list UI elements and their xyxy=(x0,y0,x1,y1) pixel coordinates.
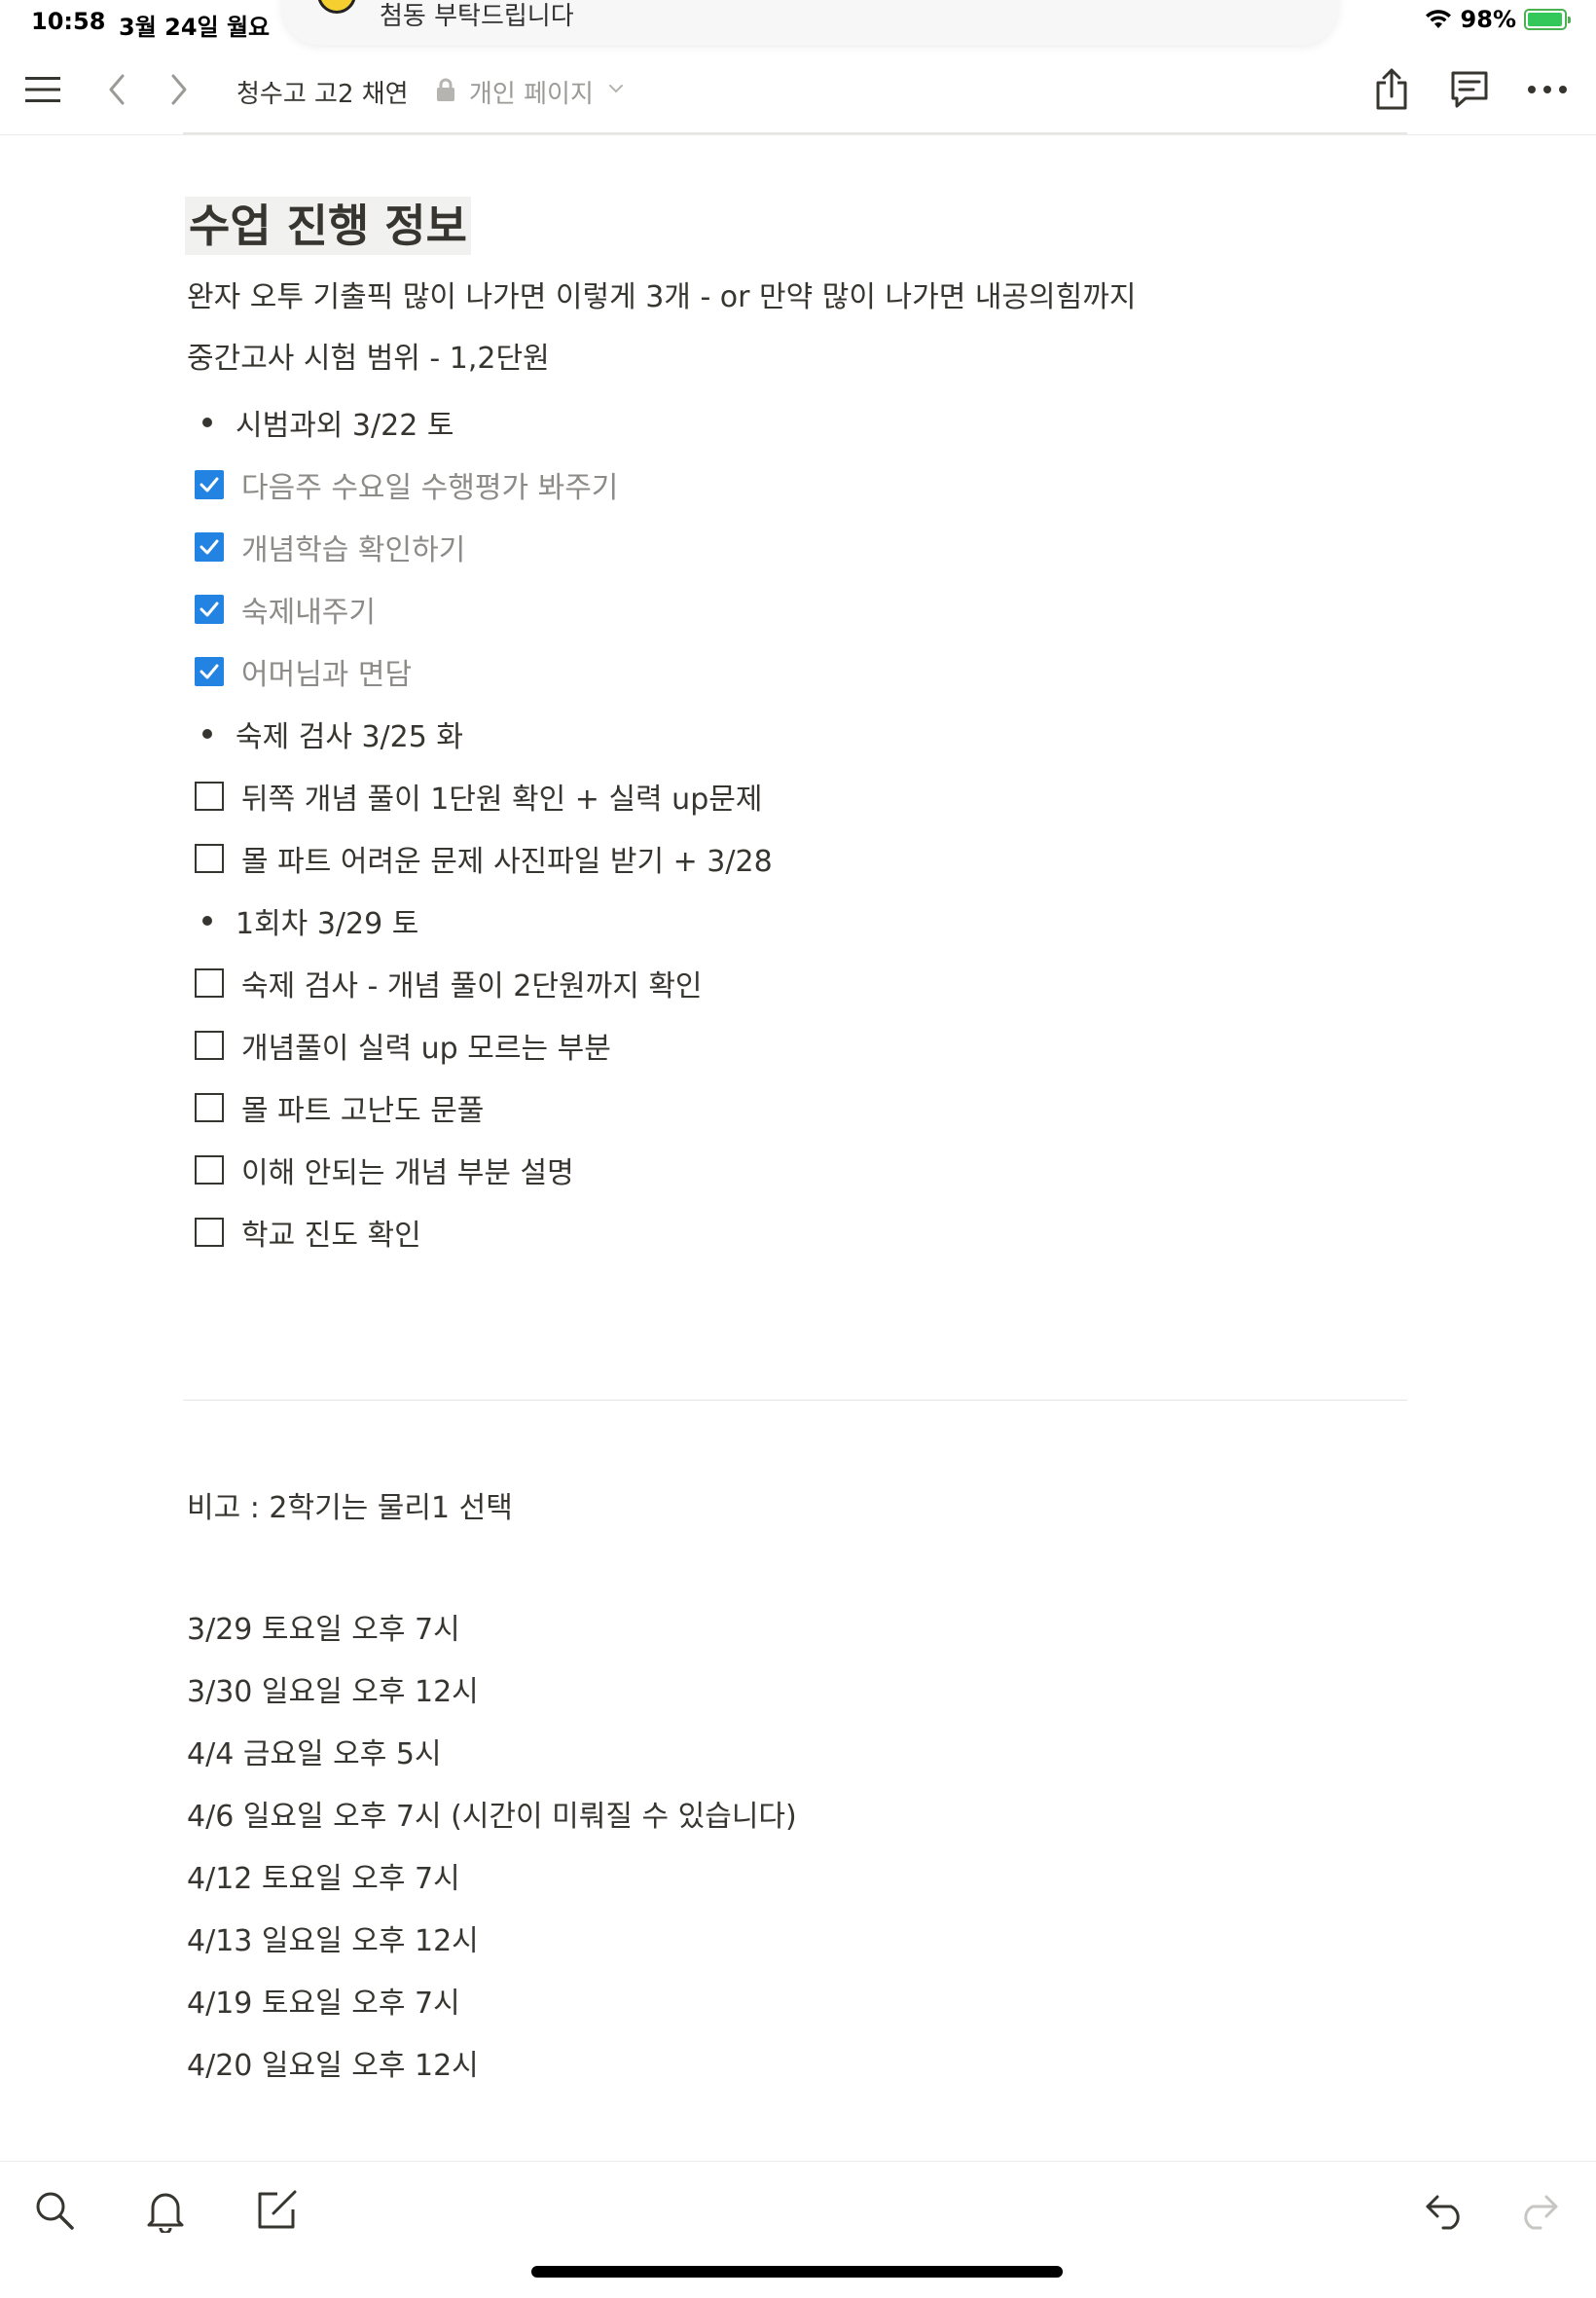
bullet-dot-icon xyxy=(202,916,212,926)
compose-icon[interactable] xyxy=(249,2183,304,2238)
bell-icon[interactable] xyxy=(138,2183,193,2238)
privacy-label[interactable]: 개인 페이지 xyxy=(469,74,594,110)
schedule-line[interactable]: 4/19 토요일 오후 7시 xyxy=(187,1985,460,2024)
todo-item[interactable]: 개념풀이 실력 up 모르는 부분 xyxy=(187,1024,611,1067)
list-item-text: 뒤쪽 개념 풀이 1단원 확인 + 실력 up문제 xyxy=(241,783,763,817)
list-item-text: 개념학습 확인하기 xyxy=(241,533,466,567)
menu-icon[interactable] xyxy=(19,66,66,113)
redo-icon[interactable] xyxy=(1510,2183,1565,2238)
list-item-text: 시범과외 3/22 토 xyxy=(236,409,454,443)
list-item-text: 숙제내주기 xyxy=(241,596,376,630)
battery-percentage: 98% xyxy=(1460,6,1516,33)
checkbox-unchecked[interactable] xyxy=(195,1093,224,1122)
todo-item[interactable]: 몰 파트 고난도 문풀 xyxy=(187,1086,484,1129)
list-item-text: 개념풀이 실력 up 모르는 부분 xyxy=(241,1032,611,1066)
todo-item[interactable]: 학교 진도 확인 xyxy=(187,1211,421,1254)
schedule-line[interactable]: 3/30 일요일 오후 12시 xyxy=(187,1673,479,1712)
bullet-dot-icon xyxy=(202,418,212,427)
schedule-line[interactable]: 4/13 일요일 오후 12시 xyxy=(187,1922,479,1961)
intro-paragraph-2[interactable]: 중간고사 시험 범위 - 1,2단원 xyxy=(187,340,550,379)
todo-item[interactable]: 이해 안되는 개념 부분 설명 xyxy=(187,1149,574,1191)
checkbox-unchecked[interactable] xyxy=(195,844,224,873)
bullet-dot-icon xyxy=(202,729,212,739)
top-navigation-bar: 청수고 고2 채연 개인 페이지 xyxy=(0,47,1596,135)
checkbox-checked[interactable] xyxy=(195,657,224,686)
back-chevron-icon[interactable] xyxy=(93,66,140,113)
notification-app-icon xyxy=(317,0,356,14)
section-divider xyxy=(183,1400,1407,1401)
list-item-text: 학교 진도 확인 xyxy=(241,1219,421,1253)
checkmark-icon xyxy=(200,477,219,492)
home-indicator[interactable] xyxy=(531,2266,1063,2278)
status-time: 10:58 xyxy=(31,8,106,35)
page-title[interactable]: 수업 진행 정보 xyxy=(185,197,471,255)
list-item-text: 숙제 검사 3/25 화 xyxy=(236,720,463,754)
chevron-down-icon[interactable] xyxy=(607,80,625,97)
bulleted-list-item[interactable]: 1회차 3/29 토 xyxy=(187,899,418,942)
top-divider xyxy=(183,132,1407,134)
comment-icon[interactable] xyxy=(1446,66,1493,113)
list-item-text: 숙제 검사 - 개념 풀이 2단원까지 확인 xyxy=(241,969,703,1003)
list-item-text: 다음주 수요일 수행평가 봐주기 xyxy=(241,471,619,505)
schedule-line[interactable]: 3/29 토요일 오후 7시 xyxy=(187,1611,460,1650)
undo-icon[interactable] xyxy=(1419,2183,1473,2238)
list-item-text: 어머님과 면담 xyxy=(241,658,413,692)
checkbox-unchecked[interactable] xyxy=(195,968,224,998)
checkbox-checked[interactable] xyxy=(195,532,224,562)
checkbox-checked[interactable] xyxy=(195,595,224,624)
list-item-text: 몰 파트 고난도 문풀 xyxy=(241,1094,485,1128)
todo-item[interactable]: 숙제내주기 xyxy=(187,588,376,631)
list-item-text: 이해 안되는 개념 부분 설명 xyxy=(241,1156,574,1190)
note-paragraph[interactable]: 비고 : 2학기는 물리1 선택 xyxy=(187,1489,513,1528)
notification-banner[interactable]: 첨동 부탁드립니다 xyxy=(282,0,1338,45)
checkbox-checked[interactable] xyxy=(195,470,224,499)
todo-item[interactable]: 숙제 검사 - 개념 풀이 2단원까지 확인 xyxy=(187,962,703,1004)
share-icon[interactable] xyxy=(1368,66,1415,113)
battery-fill xyxy=(1528,13,1562,26)
wifi-icon xyxy=(1425,10,1451,28)
schedule-line[interactable]: 4/4 금요일 오후 5시 xyxy=(187,1735,442,1774)
todo-item[interactable]: 다음주 수요일 수행평가 봐주기 xyxy=(187,463,618,506)
todo-item[interactable]: 몰 파트 어려운 문제 사진파일 받기 + 3/28 xyxy=(187,837,773,880)
checkbox-unchecked[interactable] xyxy=(195,782,224,811)
status-indicators: 98% xyxy=(1424,6,1571,33)
lock-icon xyxy=(437,78,454,101)
todo-item[interactable]: 어머님과 면담 xyxy=(187,650,412,693)
more-options-icon[interactable] xyxy=(1524,66,1571,113)
checkmark-icon xyxy=(200,539,219,555)
schedule-line[interactable]: 4/6 일요일 오후 7시 (시간이 미뤄질 수 있습니다) xyxy=(187,1798,797,1837)
checkbox-unchecked[interactable] xyxy=(195,1155,224,1185)
schedule-line[interactable]: 4/12 토요일 오후 7시 xyxy=(187,1860,460,1899)
checkmark-icon xyxy=(200,602,219,617)
forward-chevron-icon[interactable] xyxy=(156,66,202,113)
bulleted-list-item[interactable]: 시범과외 3/22 토 xyxy=(187,401,453,444)
bulleted-list-item[interactable]: 숙제 검사 3/25 화 xyxy=(187,712,463,755)
notification-text: 첨동 부탁드립니다 xyxy=(380,2,574,31)
battery-icon xyxy=(1524,9,1571,30)
checkbox-unchecked[interactable] xyxy=(195,1031,224,1060)
intro-paragraph-1[interactable]: 완자 오투 기출픽 많이 나가면 이렇게 3개 - or 만약 많이 나가면 내… xyxy=(187,278,1136,317)
todo-item[interactable]: 개념학습 확인하기 xyxy=(187,526,465,568)
status-date: 3월 24일 월요 xyxy=(119,14,271,41)
checkmark-icon xyxy=(200,664,219,679)
breadcrumb-page-title[interactable]: 청수고 고2 채연 xyxy=(236,74,409,110)
search-icon[interactable] xyxy=(27,2183,82,2238)
checkbox-unchecked[interactable] xyxy=(195,1218,224,1247)
list-item-text: 1회차 3/29 토 xyxy=(236,907,419,941)
list-item-text: 몰 파트 어려운 문제 사진파일 받기 + 3/28 xyxy=(241,845,773,879)
todo-item[interactable]: 뒤쪽 개념 풀이 1단원 확인 + 실력 up문제 xyxy=(187,775,762,818)
schedule-line[interactable]: 4/20 일요일 오후 12시 xyxy=(187,2047,479,2086)
